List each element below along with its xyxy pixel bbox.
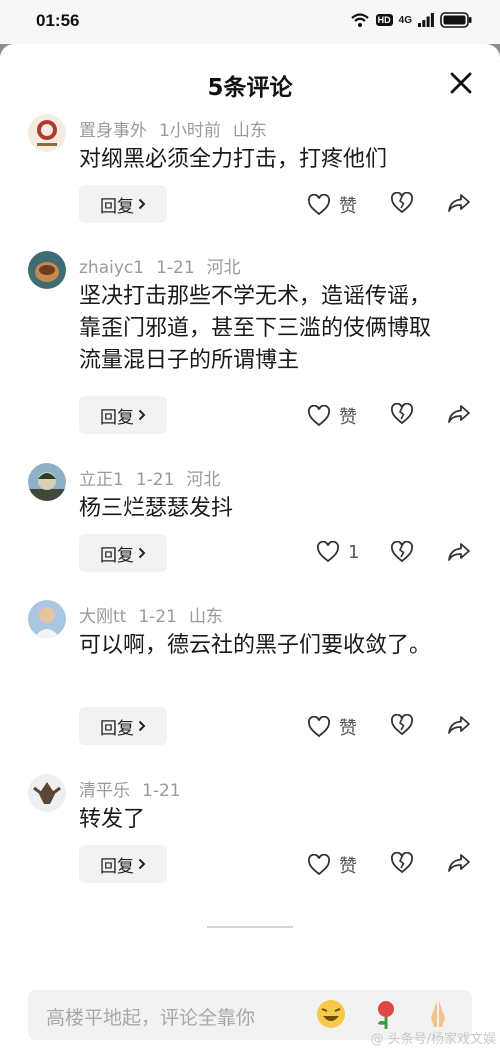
reply-button[interactable]: 回复 <box>79 845 167 883</box>
reply-label: 回复 <box>100 545 134 566</box>
comment-meta: 清平乐 1-21 <box>79 776 193 801</box>
comment-text: 可以啊，德云社的黑子们要收敛了。 <box>79 633 432 658</box>
like-label: 赞 <box>339 196 357 217</box>
network-label: 4G <box>398 14 412 26</box>
like-count: 1 <box>348 541 360 563</box>
wifi-icon <box>350 13 369 27</box>
chevron-right-icon <box>138 720 146 732</box>
share-button[interactable] <box>447 714 471 736</box>
reply-label: 回复 <box>100 718 134 739</box>
close-icon[interactable] <box>448 70 474 96</box>
status-bar: 01:56 HD 4G <box>0 0 500 44</box>
comment-time: 1-21 <box>156 258 195 278</box>
dislike-button[interactable] <box>390 852 414 874</box>
heart-icon <box>307 194 331 216</box>
status-time: 01:56 <box>36 11 80 30</box>
reply-button[interactable]: 回复 <box>79 185 167 223</box>
reply-label: 回复 <box>100 196 134 217</box>
share-button[interactable] <box>447 192 471 214</box>
avatar[interactable] <box>28 463 66 501</box>
share-icon <box>448 543 470 561</box>
chevron-right-icon <box>138 858 146 870</box>
comments-sheet: 5条评论 置身事外 1小时前 山东 对纲黑必须全力打击，打疼他们 回复 赞 zh… <box>0 44 500 1050</box>
broken-heart-icon <box>390 541 414 563</box>
comment-meta: 置身事外 1小时前 山东 <box>79 116 279 141</box>
comment-time: 1小时前 <box>159 121 221 141</box>
dislike-button[interactable] <box>390 714 414 736</box>
share-icon <box>448 716 470 734</box>
comment-time: 1-21 <box>142 781 181 801</box>
broken-heart-icon <box>390 714 414 736</box>
avatar[interactable] <box>28 251 66 289</box>
dislike-button[interactable] <box>390 403 414 425</box>
list-end-indicator <box>207 926 293 928</box>
like-button[interactable]: 赞 <box>307 714 357 740</box>
signal-icon <box>418 13 434 27</box>
sheet-title: 5条评论 <box>207 75 293 101</box>
share-button[interactable] <box>447 852 471 874</box>
comment-location: 山东 <box>232 121 267 141</box>
broken-heart-icon <box>390 852 414 874</box>
share-button[interactable] <box>447 541 471 563</box>
avatar[interactable] <box>28 114 66 152</box>
like-button[interactable]: 赞 <box>307 852 357 878</box>
reply-button[interactable]: 回复 <box>79 396 167 434</box>
comment-text: 转发了 <box>79 807 146 832</box>
comment-meta: 立正1 1-21 河北 <box>79 465 232 490</box>
share-button[interactable] <box>447 403 471 425</box>
comment-input-placeholder: 高楼平地起，评论全靠你 <box>46 1007 256 1029</box>
comment-text: 坚决打击那些不学无术，造谣传谣，靠歪门邪道，甚至下三滥的伎俩博取流量混日子的所谓… <box>79 284 432 373</box>
comment-author[interactable]: 大刚tt <box>79 607 126 627</box>
reply-label: 回复 <box>100 856 134 877</box>
heart-icon <box>307 405 331 427</box>
dislike-button[interactable] <box>390 192 414 214</box>
like-button[interactable]: 赞 <box>307 192 357 218</box>
rose-emoji-icon[interactable] <box>368 996 404 1032</box>
dislike-button[interactable] <box>390 541 414 563</box>
like-label: 赞 <box>339 856 357 877</box>
watermark: @ 头条号/杨家戏文娱 <box>370 1032 496 1047</box>
like-button[interactable]: 1 <box>316 541 359 563</box>
laughing-emoji-icon[interactable] <box>313 996 349 1032</box>
reply-label: 回复 <box>100 407 134 428</box>
like-label: 赞 <box>339 407 357 428</box>
comment-meta: zhaiyc1 1-21 河北 <box>79 253 253 278</box>
avatar[interactable] <box>28 600 66 638</box>
broken-heart-icon <box>390 403 414 425</box>
reply-button[interactable]: 回复 <box>79 707 167 745</box>
hd-badge: HD <box>375 14 393 26</box>
chevron-right-icon <box>138 547 146 559</box>
status-icons: HD 4G <box>350 12 472 28</box>
comment-text: 对纲黑必须全力打击，打疼他们 <box>79 147 388 172</box>
chevron-right-icon <box>138 198 146 210</box>
broken-heart-icon <box>390 192 414 214</box>
chevron-right-icon <box>138 409 146 421</box>
heart-icon <box>316 541 340 563</box>
comment-meta: 大刚tt 1-21 山东 <box>79 602 235 627</box>
comment-author[interactable]: 置身事外 <box>79 121 147 141</box>
comment-time: 1-21 <box>138 607 177 627</box>
comment-author[interactable]: 立正1 <box>79 470 124 490</box>
like-button[interactable]: 赞 <box>307 403 357 429</box>
avatar[interactable] <box>28 774 66 812</box>
heart-icon <box>307 716 331 738</box>
share-icon <box>448 405 470 423</box>
share-icon <box>448 854 470 872</box>
reply-button[interactable]: 回复 <box>79 534 167 572</box>
comment-time: 1-21 <box>135 470 175 490</box>
heart-icon <box>307 854 331 876</box>
comment-author[interactable]: zhaiyc1 <box>79 258 144 278</box>
comment-location: 河北 <box>186 470 221 490</box>
comment-location: 河北 <box>206 258 241 278</box>
battery-icon <box>440 12 472 28</box>
share-icon <box>448 194 470 212</box>
comment-location: 山东 <box>188 607 223 627</box>
praying-hands-emoji-icon[interactable] <box>420 996 456 1032</box>
comment-author[interactable]: 清平乐 <box>79 781 130 801</box>
like-label: 赞 <box>339 718 357 739</box>
comment-text: 杨三烂瑟瑟发抖 <box>79 496 234 521</box>
